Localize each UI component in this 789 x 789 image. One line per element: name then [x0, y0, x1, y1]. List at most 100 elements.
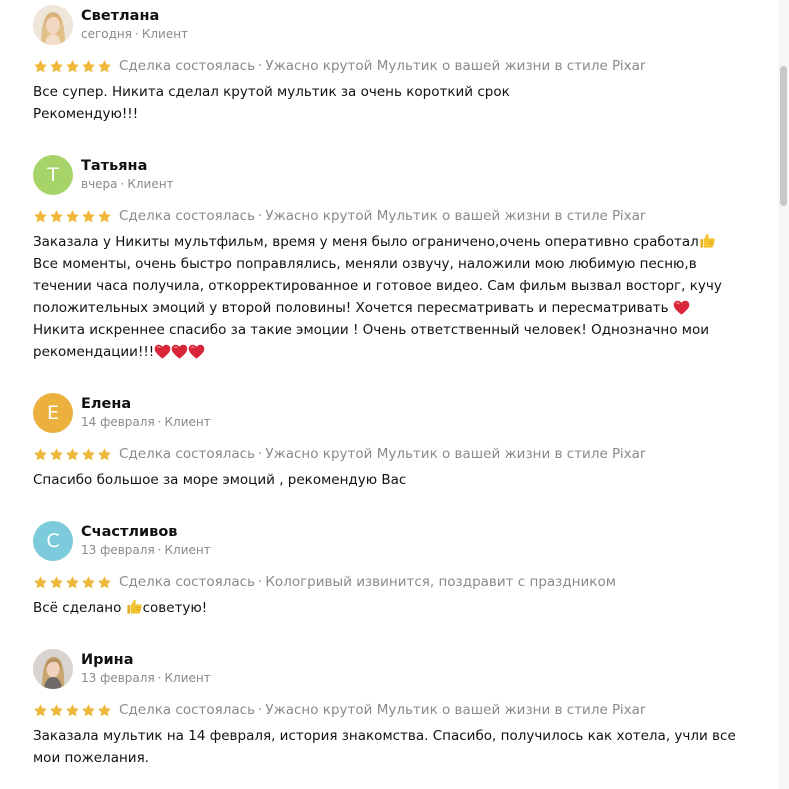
avatar[interactable]: Е	[33, 393, 73, 433]
review-line: Рекомендую!!!	[33, 106, 139, 122]
review-text: Заказала у Никиты мультфильм, время у ме…	[33, 231, 753, 363]
star-icon	[65, 209, 80, 224]
deal-status: Сделка состоялась	[119, 208, 256, 224]
avatar-letter: Е	[46, 402, 59, 424]
heart-icon	[171, 344, 188, 359]
review-line-text: советую!	[142, 600, 208, 616]
star-icon	[33, 575, 48, 590]
review-date: 14 февраля	[81, 415, 155, 429]
scrollbar[interactable]	[778, 0, 789, 789]
review-subline: 13 февраля · Клиент	[81, 671, 211, 685]
review-meta: Татьяна вчера · Клиент	[81, 157, 174, 193]
star-icon	[33, 59, 48, 74]
star-icon	[65, 575, 80, 590]
review-line: Все супер. Никита сделал крутой мультик …	[33, 84, 510, 100]
star-icon	[33, 703, 48, 718]
review-text: Заказала мультик на 14 февраля, история …	[33, 725, 753, 769]
review-line: Спасибо большое за море эмоций , рекомен…	[33, 472, 407, 488]
service-name[interactable]: Ужасно крутой Мультик о вашей жизни в ст…	[265, 58, 645, 74]
avatar-letter: С	[46, 530, 60, 552]
thumbs-up-icon	[126, 598, 143, 615]
service-name[interactable]: Кологривый извинится, поздравит с праздн…	[265, 574, 616, 590]
review-header: С Счастливов 13 февраля · Клиент	[33, 521, 753, 561]
star-icon	[81, 703, 96, 718]
star-icon	[97, 447, 112, 462]
review-line: Всё сделано советую!	[33, 597, 753, 619]
review-header: Т Татьяна вчера · Клиент	[33, 155, 753, 195]
reviewer-name[interactable]: Елена	[81, 395, 211, 414]
deal-info: Сделка состоялась · Кологривый извинится, …	[119, 574, 616, 590]
star-icon	[81, 575, 96, 590]
star-icon	[49, 703, 64, 718]
review-line: Заказала мультик на 14 февраля, история …	[33, 728, 736, 744]
review-date: 13 февраля	[81, 671, 155, 685]
reviewer-name[interactable]: Счастливов	[81, 523, 211, 542]
star-rating	[33, 59, 112, 74]
star-icon	[65, 447, 80, 462]
review-date: сегодня	[81, 27, 132, 41]
avatar[interactable]	[33, 5, 73, 45]
review-line-text: рекомендации!!!	[33, 344, 155, 360]
star-rating	[33, 575, 112, 590]
review-line: положительных эмоций у второй половины! …	[33, 297, 753, 319]
review-line: Заказала у Никиты мультфильм, время у ме…	[33, 231, 753, 253]
deal-info: Сделка состоялась · Ужасно крутой Мультик …	[119, 208, 646, 224]
review-header: Е Елена 14 февраля · Клиент	[33, 393, 753, 433]
service-name[interactable]: Ужасно крутой Мультик о вашей жизни в ст…	[265, 446, 645, 462]
star-rating	[33, 703, 112, 718]
review-item: Е Елена 14 февраля · Клиент Сделка состоял…	[33, 393, 753, 491]
avatar[interactable]	[33, 649, 73, 689]
scrollbar-thumb[interactable]	[780, 66, 787, 206]
deal-info: Сделка состоялась · Ужасно крутой Мультик …	[119, 446, 646, 462]
star-icon	[49, 209, 64, 224]
heart-icon	[673, 300, 690, 315]
review-subline: сегодня · Клиент	[81, 27, 189, 41]
reviewer-name[interactable]: Светлана	[81, 7, 188, 26]
rating-row: Сделка состоялась · Ужасно крутой Мультик …	[33, 206, 753, 226]
review-header: Ирина 13 февраля · Клиент	[33, 649, 753, 689]
rating-row: Сделка состоялась · Ужасно крутой Мультик …	[33, 56, 753, 76]
reviewer-role: Клиент	[141, 27, 189, 41]
star-icon	[81, 209, 96, 224]
review-date: 13 февраля	[81, 543, 155, 557]
star-icon	[33, 209, 48, 224]
reviews-page: Светлана сегодня · Клиент Сделка состоялас…	[0, 0, 789, 789]
reviewer-name[interactable]: Ирина	[81, 651, 211, 670]
avatar-letter: Т	[47, 164, 59, 186]
reviewer-name[interactable]: Татьяна	[81, 157, 174, 176]
review-text: Всё сделано советую!	[33, 597, 753, 619]
review-line: рекомендации!!!	[33, 341, 753, 363]
deal-status: Сделка состоялась	[119, 58, 256, 74]
thumbs-up-icon	[699, 232, 716, 249]
star-icon	[97, 209, 112, 224]
heart-icon	[154, 344, 171, 359]
star-rating	[33, 209, 112, 224]
review-line-text: Заказала у Никиты мультфильм, время у ме…	[33, 234, 699, 250]
service-name[interactable]: Ужасно крутой Мультик о вашей жизни в ст…	[265, 702, 645, 718]
rating-row: Сделка состоялась · Ужасно крутой Мультик …	[33, 700, 753, 720]
review-line: Никита искреннее спасибо за такие эмоции…	[33, 322, 709, 338]
review-subline: 14 февраля · Клиент	[81, 415, 211, 429]
rating-row: Сделка состоялась · Ужасно крутой Мультик …	[33, 444, 753, 464]
star-icon	[65, 703, 80, 718]
avatar[interactable]: Т	[33, 155, 73, 195]
star-icon	[81, 447, 96, 462]
avatar[interactable]: С	[33, 521, 73, 561]
reviewer-role: Клиент	[164, 415, 211, 429]
star-icon	[65, 59, 80, 74]
service-name[interactable]: Ужасно крутой Мультик о вашей жизни в ст…	[265, 208, 645, 224]
star-icon	[33, 447, 48, 462]
star-icon	[97, 575, 112, 590]
review-header: Светлана сегодня · Клиент	[33, 5, 753, 45]
review-line: течении часа получила, откорректированно…	[33, 278, 722, 294]
star-icon	[49, 59, 64, 74]
heart-icon	[188, 344, 205, 359]
deal-status: Сделка состоялась	[119, 702, 256, 718]
deal-status: Сделка состоялась	[119, 446, 256, 462]
deal-status: Сделка состоялась	[119, 574, 256, 590]
review-item: Ирина 13 февраля · Клиент Сделка состоялас…	[33, 649, 753, 769]
reviewer-role: Клиент	[127, 177, 174, 191]
star-rating	[33, 447, 112, 462]
review-meta: Счастливов 13 февраля · Клиент	[81, 523, 211, 559]
star-icon	[49, 575, 64, 590]
